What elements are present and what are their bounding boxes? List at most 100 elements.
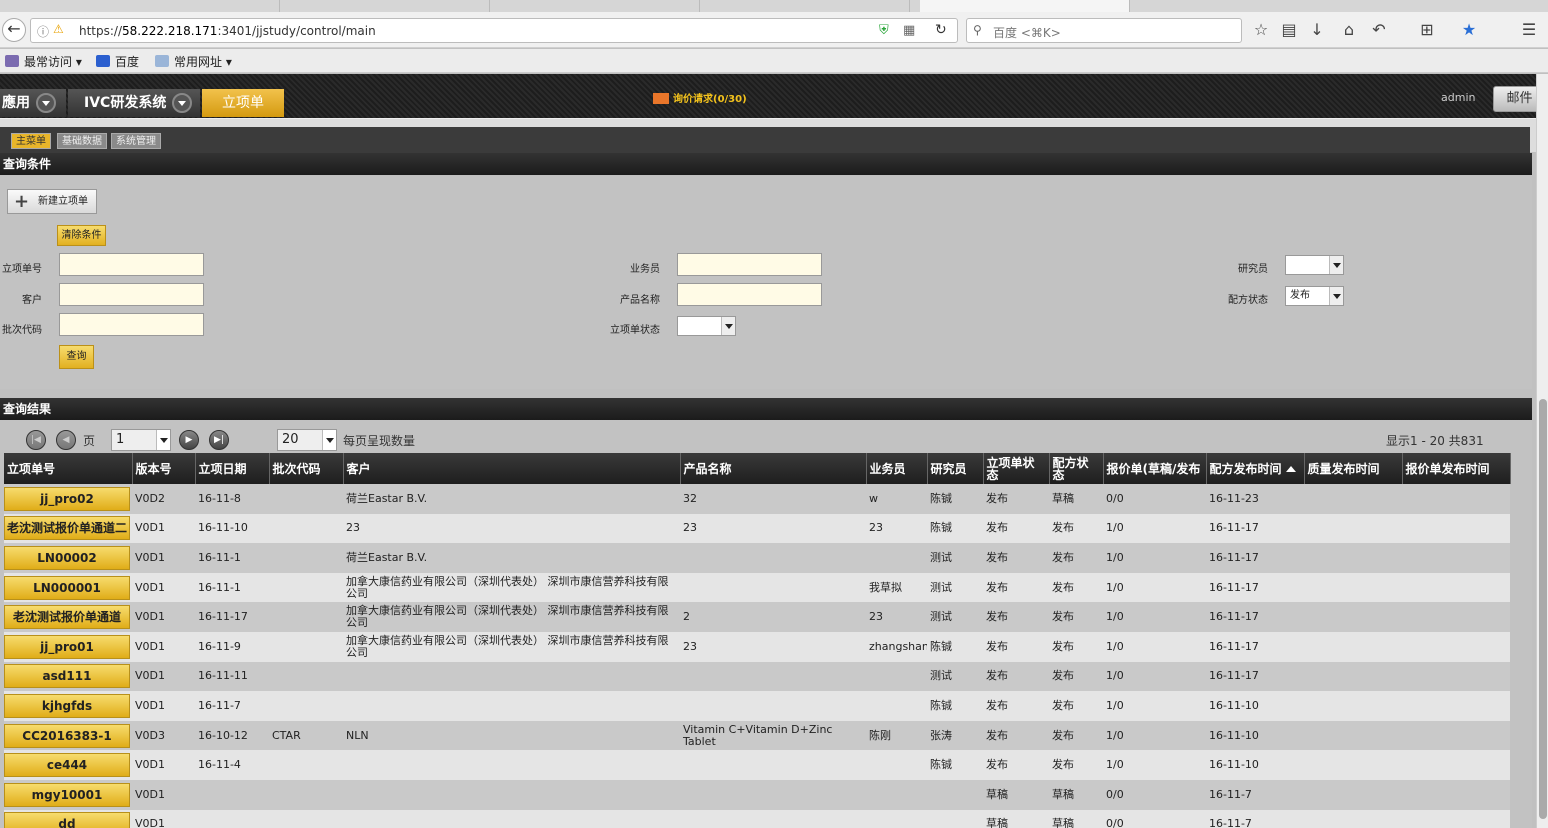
column-header[interactable]: 版本号: [132, 453, 196, 484]
info-icon[interactable]: ⓘ: [37, 23, 49, 40]
table-row[interactable]: CC2016383-1 V0D3 16-10-12 CTAR NLN Vitamin C+…: [4, 720, 1510, 751]
table-cell: [680, 661, 866, 692]
researcher-select[interactable]: [1285, 255, 1344, 275]
search-button[interactable]: 查询: [59, 345, 94, 369]
shield-icon[interactable]: ⛨: [879, 23, 889, 38]
crumb-ivc-system[interactable]: IVC研发系统: [68, 89, 200, 117]
reload-icon[interactable]: ↻: [935, 22, 947, 38]
crop-icon[interactable]: ⊞: [1416, 20, 1438, 39]
browser-tab-strip: [0, 0, 1548, 12]
project-id-button[interactable]: asd111: [4, 664, 130, 689]
browser-tab[interactable]: [80, 0, 280, 12]
column-header[interactable]: 产品名称: [680, 453, 867, 484]
first-page-icon[interactable]: |◀: [26, 430, 46, 450]
salesperson-field[interactable]: [677, 253, 822, 276]
back-arrow-icon[interactable]: ←: [2, 18, 26, 42]
query-panel-title: 查询条件: [0, 153, 1532, 175]
page-number-select[interactable]: 1: [111, 429, 171, 451]
column-header[interactable]: 配方状态: [1049, 453, 1104, 484]
project-status-select[interactable]: [677, 316, 736, 336]
table-row[interactable]: 老沈测试报价单通道二 V0D1 16-11-10 23 23 23 陈铖 发布 发布 1/0 16-…: [4, 513, 1510, 544]
column-header[interactable]: 立项单号: [4, 453, 133, 484]
table-row[interactable]: ce444 V0D1 16-11-4 陈铖 发布 发布 1/0 16-11-10: [4, 750, 1510, 780]
table-row[interactable]: 老沈测试报价单通道 V0D1 16-11-17 加拿大康信药业有限公司（深圳代表处） …: [4, 602, 1510, 632]
project-id-button[interactable]: jj_pro01: [4, 634, 130, 659]
column-header[interactable]: 研究员: [927, 453, 984, 484]
clear-conditions-button[interactable]: 清除条件: [57, 225, 106, 246]
customer-field[interactable]: [59, 283, 204, 306]
qr-code-icon[interactable]: ▦: [903, 23, 915, 38]
column-header[interactable]: 立项单状态: [983, 453, 1050, 484]
inquiry-notice[interactable]: 询价请求(0/30): [653, 90, 747, 105]
project-id-button[interactable]: 老沈测试报价单通道二: [4, 516, 130, 541]
table-row[interactable]: mgy10001 V0D1 草稿 草稿 0/0 16-11-7: [4, 779, 1510, 810]
home-icon[interactable]: ⌂: [1338, 20, 1360, 39]
extension-star-icon[interactable]: ★: [1458, 20, 1480, 39]
table-row[interactable]: LN000001 V0D1 16-11-1 加拿大康信药业有限公司（深圳代表处） 深圳…: [4, 572, 1510, 603]
search-input[interactable]: ⚲ 百度 <⌘K>: [966, 18, 1242, 43]
table-cell: 16-11-17: [1206, 631, 1304, 662]
scrollbar-thumb[interactable]: [1539, 399, 1547, 819]
url-text[interactable]: https://58.222.218.171:3401/jjstudy/cont…: [79, 24, 376, 38]
product-name-field[interactable]: [677, 283, 822, 306]
new-project-button[interactable]: + 新建立项单: [7, 189, 97, 214]
chevron-down-icon[interactable]: [172, 93, 193, 113]
table-row[interactable]: LN00002 V0D1 16-11-1 荷兰Eastar B.V. 测试 发布 发布 1/0…: [4, 543, 1510, 573]
project-id-field[interactable]: [59, 253, 204, 276]
tab-system-admin[interactable]: 系统管理: [111, 133, 161, 149]
table-cell: 16-11-4: [195, 750, 269, 780]
sort-ascending-icon[interactable]: [1285, 465, 1296, 472]
browser-tab[interactable]: [500, 0, 700, 12]
column-header[interactable]: 报价单发布时间: [1402, 453, 1511, 484]
column-header[interactable]: 报价单(草稿/发布: [1103, 453, 1207, 484]
download-icon[interactable]: ↓: [1306, 20, 1328, 39]
reading-list-icon[interactable]: ▤: [1278, 20, 1300, 39]
project-id-button[interactable]: kjhgfds: [4, 693, 130, 718]
column-header[interactable]: 客户: [343, 453, 681, 484]
page-scrollbar[interactable]: [1536, 74, 1548, 828]
project-id-button[interactable]: mgy10001: [4, 782, 130, 807]
table-row[interactable]: jj_pro01 V0D1 16-11-9 加拿大康信药业有限公司（深圳代表处） 深圳…: [4, 631, 1510, 662]
column-header[interactable]: 立项日期: [195, 453, 270, 484]
bookmark-common-sites[interactable]: 常用网址 ▾: [155, 53, 232, 70]
browser-tab[interactable]: [710, 0, 910, 12]
table-row[interactable]: kjhgfds V0D1 16-11-7 陈铖 发布 发布 1/0 16-11-10: [4, 691, 1510, 721]
project-id-button[interactable]: LN00002: [4, 545, 130, 570]
tab-main-menu[interactable]: 主菜单: [11, 133, 51, 149]
table-row[interactable]: asd111 V0D1 16-11-11 测试 发布 发布 1/0 16-11-17: [4, 661, 1510, 692]
browser-tab[interactable]: [290, 0, 490, 12]
table-cell: [1402, 661, 1510, 692]
batch-code-field[interactable]: [59, 313, 204, 336]
formula-status-select[interactable]: 发布: [1285, 286, 1344, 306]
project-id-button[interactable]: jj_pro02: [4, 486, 130, 511]
page-size-select[interactable]: 20: [277, 429, 337, 451]
prev-page-icon[interactable]: ◀: [56, 430, 76, 450]
table-cell: [680, 572, 866, 603]
table-cell: 16-11-10: [1206, 691, 1304, 721]
crumb-project-order[interactable]: 立项单: [202, 89, 284, 117]
table-row[interactable]: dd V0D1 草稿 草稿 0/0 16-11-7: [4, 809, 1510, 828]
user-name[interactable]: admin: [1441, 91, 1475, 104]
column-header[interactable]: 批次代码: [269, 453, 344, 484]
next-page-icon[interactable]: ▶: [179, 430, 199, 450]
browser-tab-active[interactable]: [920, 0, 1130, 12]
project-id-button[interactable]: LN000001: [4, 575, 130, 600]
column-header[interactable]: 业务员: [866, 453, 928, 484]
table-row[interactable]: jj_pro02 V0D2 16-11-8 荷兰Eastar B.V. 32 w 陈铖 发布草…: [4, 484, 1510, 514]
column-header[interactable]: 质量发布时间: [1304, 453, 1403, 484]
project-id-button[interactable]: dd: [4, 812, 130, 828]
last-page-icon[interactable]: ▶|: [209, 430, 229, 450]
project-id-button[interactable]: 老沈测试报价单通道: [4, 605, 130, 630]
chevron-down-icon[interactable]: [36, 93, 56, 113]
star-icon[interactable]: ☆: [1250, 20, 1272, 39]
address-bar[interactable]: ⓘ ⚠ https://58.222.218.171:3401/jjstudy/…: [30, 18, 958, 43]
crumb-apps[interactable]: 應用: [0, 89, 66, 117]
tab-basic-data[interactable]: 基础数据: [57, 133, 107, 149]
bookmark-most-visited[interactable]: 最常访问 ▾: [5, 53, 82, 70]
bookmark-baidu[interactable]: 百度: [96, 53, 139, 70]
project-id-button[interactable]: ce444: [4, 753, 130, 778]
column-header[interactable]: 配方发布时间: [1206, 453, 1305, 484]
menu-icon[interactable]: ☰: [1518, 20, 1540, 39]
project-id-button[interactable]: CC2016383-1: [4, 723, 130, 748]
undo-icon[interactable]: ↶: [1368, 20, 1390, 39]
